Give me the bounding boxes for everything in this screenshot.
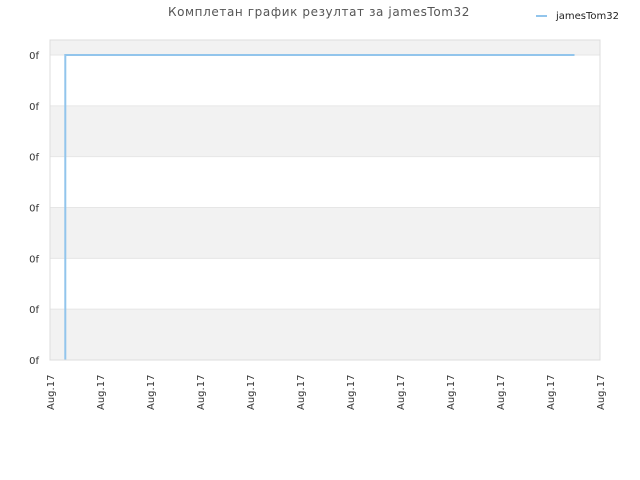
x-tick-label: Aug.17 bbox=[196, 375, 207, 410]
x-tick-label: Aug.17 bbox=[546, 375, 557, 410]
plot-band bbox=[50, 105, 600, 157]
x-tick-label: Aug.17 bbox=[296, 375, 307, 410]
y-tick-label: 0f bbox=[29, 254, 39, 265]
plot-background-bands bbox=[50, 40, 600, 360]
y-tick-label: 0f bbox=[29, 204, 39, 215]
x-tick-label: Aug.17 bbox=[146, 375, 157, 410]
chart: Комплетан график резултат за jamesTom32 … bbox=[29, 5, 619, 410]
plot-band bbox=[50, 309, 600, 360]
y-axis: 0f 0f 0f 0f 0f 0f 0f bbox=[29, 51, 39, 367]
x-tick-label: Aug.17 bbox=[46, 375, 57, 410]
x-tick-label: Aug.17 bbox=[346, 375, 357, 410]
y-tick-label: 0f bbox=[29, 153, 39, 164]
x-axis: Aug.17 Aug.17 Aug.17 Aug.17 Aug.17 Aug.17 Aug.… bbox=[46, 375, 607, 410]
y-tick-label: 0f bbox=[29, 102, 39, 113]
y-tick-label: 0f bbox=[29, 51, 39, 62]
x-tick-label: Aug.17 bbox=[596, 375, 607, 410]
x-tick-label: Aug.17 bbox=[246, 375, 257, 410]
chart-title: Комплетан график резултат за jamesTom32 bbox=[168, 5, 470, 19]
legend: jamesTom32 bbox=[536, 11, 619, 22]
plot-band bbox=[50, 40, 600, 55]
x-tick-label: Aug.17 bbox=[96, 375, 107, 410]
x-tick-label: Aug.17 bbox=[396, 375, 407, 410]
x-tick-label: Aug.17 bbox=[446, 375, 457, 410]
plot-band bbox=[50, 207, 600, 259]
y-tick-label: 0f bbox=[29, 356, 39, 367]
y-tick-label: 0f bbox=[29, 305, 39, 316]
legend-label-jamestom32: jamesTom32 bbox=[555, 11, 619, 22]
x-tick-label: Aug.17 bbox=[496, 375, 507, 410]
